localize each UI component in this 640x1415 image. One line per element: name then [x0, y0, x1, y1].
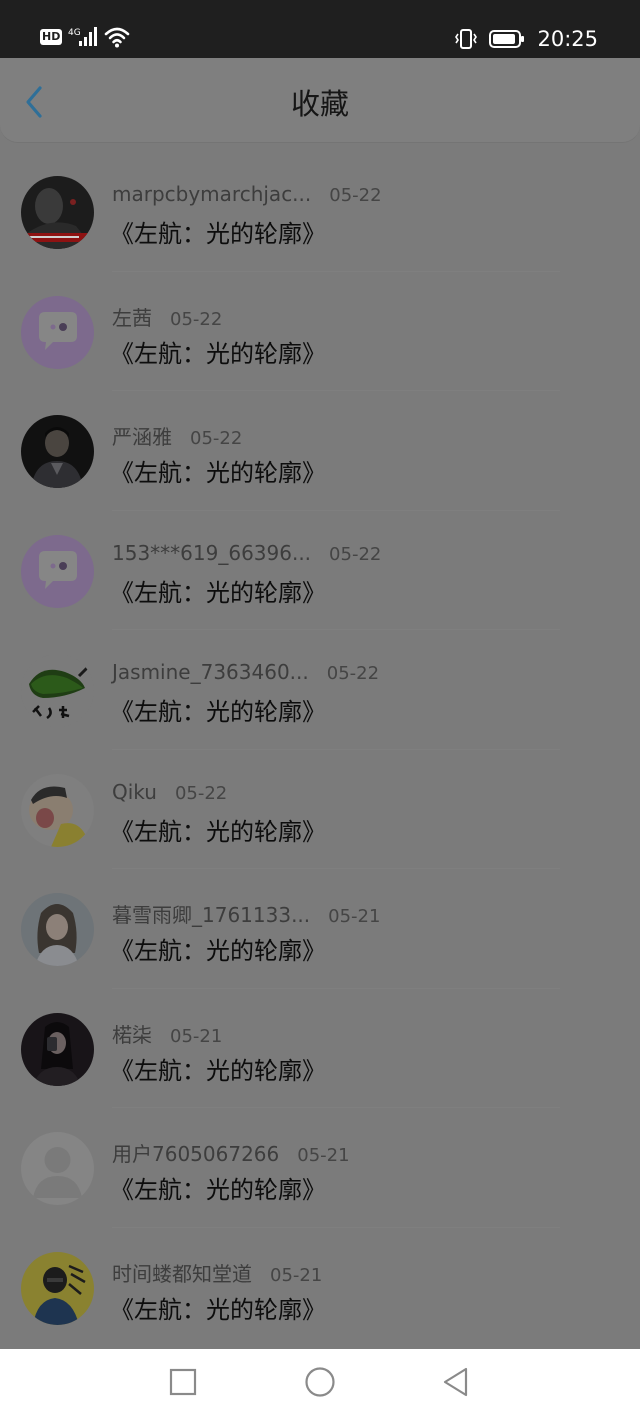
- username[interactable]: 楉柒: [112, 1019, 152, 1048]
- item-meta: 楉柒 05-21: [112, 1019, 222, 1048]
- date: 05-22: [170, 308, 223, 330]
- book-title[interactable]: 《左航：光的轮廓》: [110, 334, 326, 369]
- avatar[interactable]: [21, 1132, 94, 1205]
- avatar[interactable]: [21, 773, 94, 847]
- username[interactable]: 用户7605067266: [112, 1138, 279, 1167]
- item-meta: 左茜 05-22: [112, 302, 222, 331]
- item-meta: Qiku 05-22: [112, 780, 227, 804]
- book-title[interactable]: 《左航：光的轮廓》: [110, 931, 326, 966]
- book-title[interactable]: 《左航：光的轮廓》: [110, 1051, 326, 1086]
- avatar[interactable]: [21, 1012, 94, 1086]
- recents-square-icon: [169, 1368, 197, 1396]
- list-item[interactable]: 用户7605067266 05-21 《左航：光的轮廓》: [0, 1108, 640, 1228]
- home-circle-icon: [305, 1367, 335, 1397]
- status-bar: HD 4G 20:25: [0, 0, 640, 58]
- username[interactable]: 时间蝼都知堂道: [112, 1258, 252, 1287]
- date: 05-21: [328, 906, 381, 927]
- list-item[interactable]: Qiku 05-22 《左航：光的轮廓》: [0, 750, 640, 869]
- list-item[interactable]: 左茜 05-22 《左航：光的轮廓》: [0, 272, 640, 391]
- wifi-icon: [105, 27, 130, 48]
- avatar[interactable]: [21, 295, 94, 369]
- item-meta: 暮雪雨卿_1761133... 05-21: [112, 899, 380, 928]
- battery-icon: [489, 30, 525, 48]
- list-item[interactable]: 暮雪雨卿_1761133... 05-21 《左航：光的轮廓》: [0, 869, 640, 989]
- book-title[interactable]: 《左航：光的轮廓》: [110, 214, 326, 249]
- item-meta: 时间蝼都知堂道 05-21: [112, 1258, 322, 1287]
- username[interactable]: Jasmine_7363460...: [112, 660, 309, 684]
- signal-label: 4G: [68, 28, 81, 38]
- date: 05-22: [174, 782, 228, 804]
- avatar[interactable]: [21, 1251, 94, 1325]
- book-title[interactable]: 《左航：光的轮廓》: [110, 812, 326, 847]
- signal-icon: 4G: [68, 27, 98, 46]
- item-meta: 153***619_66396... 05-22: [112, 541, 381, 565]
- nav-bar: [0, 1349, 640, 1415]
- book-title[interactable]: 《左航：光的轮廓》: [110, 692, 326, 727]
- date: 05-22: [326, 663, 380, 684]
- back-triangle-icon: [443, 1367, 468, 1397]
- vibrate-icon: [455, 29, 478, 49]
- book-title[interactable]: 《左航：光的轮廓》: [110, 573, 326, 608]
- status-left: HD 4G: [40, 26, 130, 48]
- avatar[interactable]: [21, 893, 94, 966]
- hd-icon: HD: [40, 29, 63, 45]
- username[interactable]: 严涵雅: [112, 421, 172, 450]
- item-meta: 用户7605067266 05-21: [112, 1138, 350, 1167]
- item-meta: Jasmine_7363460... 05-22: [112, 660, 379, 684]
- list-item[interactable]: 严涵雅 05-22 《左航：光的轮廓》: [0, 391, 640, 511]
- username[interactable]: 左茜: [112, 302, 152, 331]
- book-title[interactable]: 《左航：光的轮廓》: [110, 453, 326, 488]
- date: 05-22: [190, 428, 243, 449]
- date: 05-21: [170, 1025, 223, 1047]
- date: 05-22: [329, 185, 382, 206]
- recents-button[interactable]: [166, 1365, 200, 1399]
- item-meta: 严涵雅 05-22: [112, 421, 242, 450]
- home-button[interactable]: [303, 1365, 337, 1399]
- list-item[interactable]: 153***619_66396... 05-22 《左航：光的轮廓》: [0, 511, 640, 630]
- avatar[interactable]: [21, 654, 94, 727]
- date: 05-21: [270, 1264, 323, 1286]
- username[interactable]: marpcbymarchjac...: [112, 182, 311, 206]
- header-bar: 收藏: [0, 58, 640, 143]
- status-right: 20:25: [455, 22, 598, 56]
- list-item[interactable]: 时间蝼都知堂道 05-21 《左航：光的轮廓》: [0, 1228, 640, 1348]
- username[interactable]: Qiku: [112, 780, 157, 804]
- clock: 20:25: [537, 27, 598, 51]
- username[interactable]: 暮雪雨卿_1761133...: [112, 899, 310, 928]
- avatar[interactable]: [21, 415, 94, 488]
- book-title[interactable]: 《左航：光的轮廓》: [110, 1290, 326, 1325]
- date: 05-21: [297, 1145, 350, 1166]
- system-back-button[interactable]: [440, 1365, 474, 1399]
- page-title: 收藏: [290, 87, 349, 121]
- avatar[interactable]: [21, 176, 94, 249]
- list-item[interactable]: marpcbymarchjac... 05-22 《左航：光的轮廓》: [0, 152, 640, 272]
- item-meta: marpcbymarchjac... 05-22: [112, 182, 382, 206]
- avatar[interactable]: [21, 534, 94, 608]
- date: 05-22: [329, 543, 382, 565]
- username[interactable]: 153***619_66396...: [112, 541, 311, 565]
- book-title[interactable]: 《左航：光的轮廓》: [110, 1170, 326, 1205]
- list-item[interactable]: Jasmine_7363460... 05-22 《左航：光的轮廓》: [0, 630, 640, 750]
- favorites-list: marpcbymarchjac... 05-22 《左航：光的轮廓》 左茜 05…: [0, 152, 640, 1347]
- list-item[interactable]: 楉柒 05-21 《左航：光的轮廓》: [0, 989, 640, 1108]
